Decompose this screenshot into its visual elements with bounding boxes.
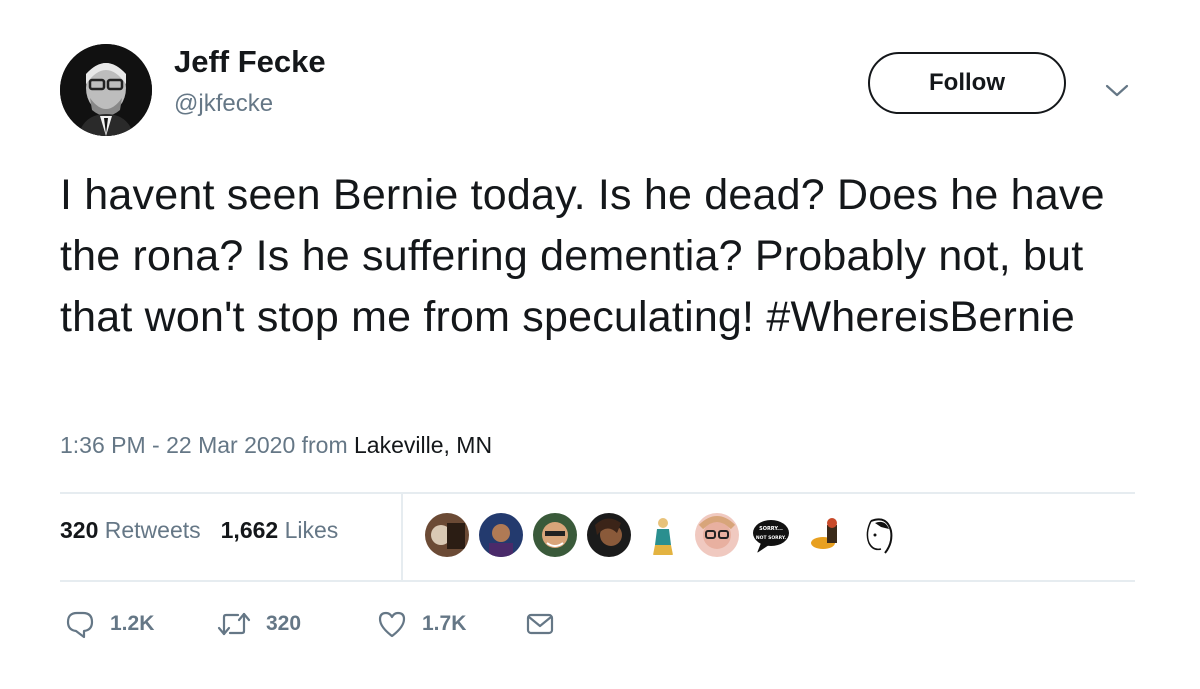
retweet-icon [217,612,251,636]
liker-avatar[interactable] [425,513,469,557]
svg-text:NOT SORRY.: NOT SORRY. [756,535,786,541]
retweet-count: 320 [266,612,302,635]
likes-label: Likes [284,517,339,543]
user-handle[interactable]: @jkfecke [174,90,273,118]
reply-count: 1.2K [110,612,155,635]
reply-action[interactable]: 1.2K [64,608,216,640]
retweets-label: Retweets [104,517,201,543]
liker-avatar[interactable] [533,513,577,557]
mail-icon [526,613,554,635]
tweet-actions: 1.2K 320 1.7K [64,608,556,640]
tweet-timestamp[interactable]: 1:36 PM - 22 Mar 2020 [60,432,295,458]
liker-avatar[interactable] [857,513,901,557]
divider-top [60,492,1135,494]
user-display-name[interactable]: Jeff Fecke [174,44,326,80]
divider-bottom [60,580,1135,582]
liker-avatar[interactable] [641,513,685,557]
engagement-stats: 320 Retweets 1,662 Likes [60,517,338,544]
liker-avatar[interactable] [803,513,847,557]
tweet-from-label: from [301,432,348,458]
tweet-location[interactable]: Lakeville, MN [354,432,492,458]
liker-avatar[interactable] [587,513,631,557]
dm-action[interactable] [524,608,556,640]
liker-avatar[interactable]: SORRY... NOT SORRY. [749,513,793,557]
like-action[interactable]: 1.7K [376,608,524,640]
tweet-text: I havent seen Bernie today. Is he dead? … [60,171,1105,341]
retweets-stat[interactable]: 320 Retweets [60,517,201,544]
tweet-meta: 1:36 PM - 22 Mar 2020 from Lakeville, MN [60,432,492,459]
reply-icon [66,611,94,639]
follow-button[interactable]: Follow [868,52,1066,114]
avatar[interactable] [60,44,152,136]
heart-icon [378,611,406,638]
svg-text:SORRY...: SORRY... [759,526,783,532]
likes-stat[interactable]: 1,662 Likes [221,517,339,544]
chevron-down-icon[interactable] [1103,80,1131,100]
retweets-count: 320 [60,517,99,543]
liker-avatar[interactable] [695,513,739,557]
likes-count: 1,662 [220,517,279,543]
like-count: 1.7K [422,612,467,635]
retweet-action[interactable]: 320 [216,608,376,640]
stats-separator [401,494,403,580]
liker-avatar-list: SORRY... NOT SORRY. [425,513,901,557]
liker-avatar[interactable] [479,513,523,557]
